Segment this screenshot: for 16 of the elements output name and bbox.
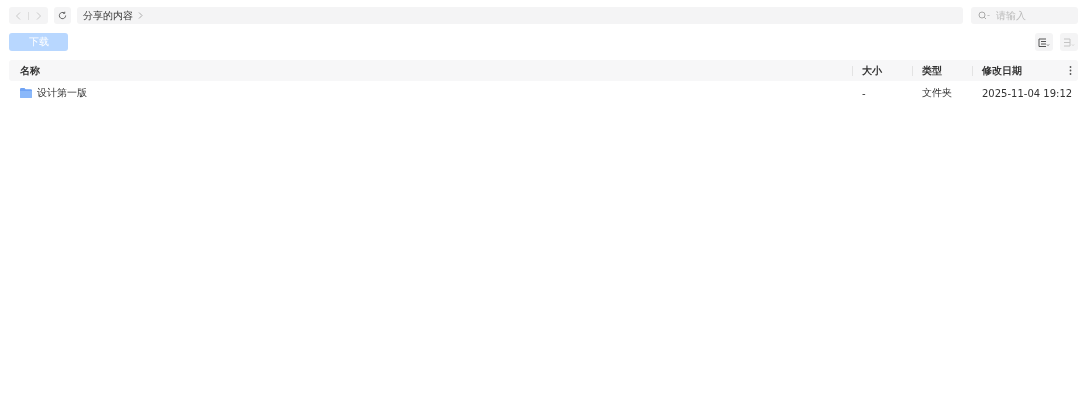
column-header[interactable]: 大小 bbox=[852, 65, 912, 76]
chevron-icon bbox=[138, 12, 143, 19]
lines-icon bbox=[1063, 37, 1075, 47]
refresh-button[interactable] bbox=[54, 7, 71, 24]
file-name[interactable]: 设计第一版 bbox=[37, 86, 87, 100]
table-cell-text: 2025-11-04 19:12 bbox=[981, 87, 1072, 99]
column-header[interactable]: 名称 bbox=[9, 63, 852, 78]
column-header[interactable]: 类型 bbox=[912, 65, 972, 76]
more-icon[interactable] bbox=[1069, 66, 1072, 75]
table-cell-text: 文件夹 bbox=[921, 86, 953, 100]
table-cell-text: - bbox=[861, 87, 867, 99]
refresh-icon bbox=[58, 11, 67, 20]
list-icon bbox=[1038, 37, 1050, 47]
folder-icon bbox=[20, 88, 32, 98]
list-view-button[interactable] bbox=[1035, 33, 1053, 51]
breadcrumb-item[interactable]: 分享的内容 bbox=[83, 8, 133, 23]
